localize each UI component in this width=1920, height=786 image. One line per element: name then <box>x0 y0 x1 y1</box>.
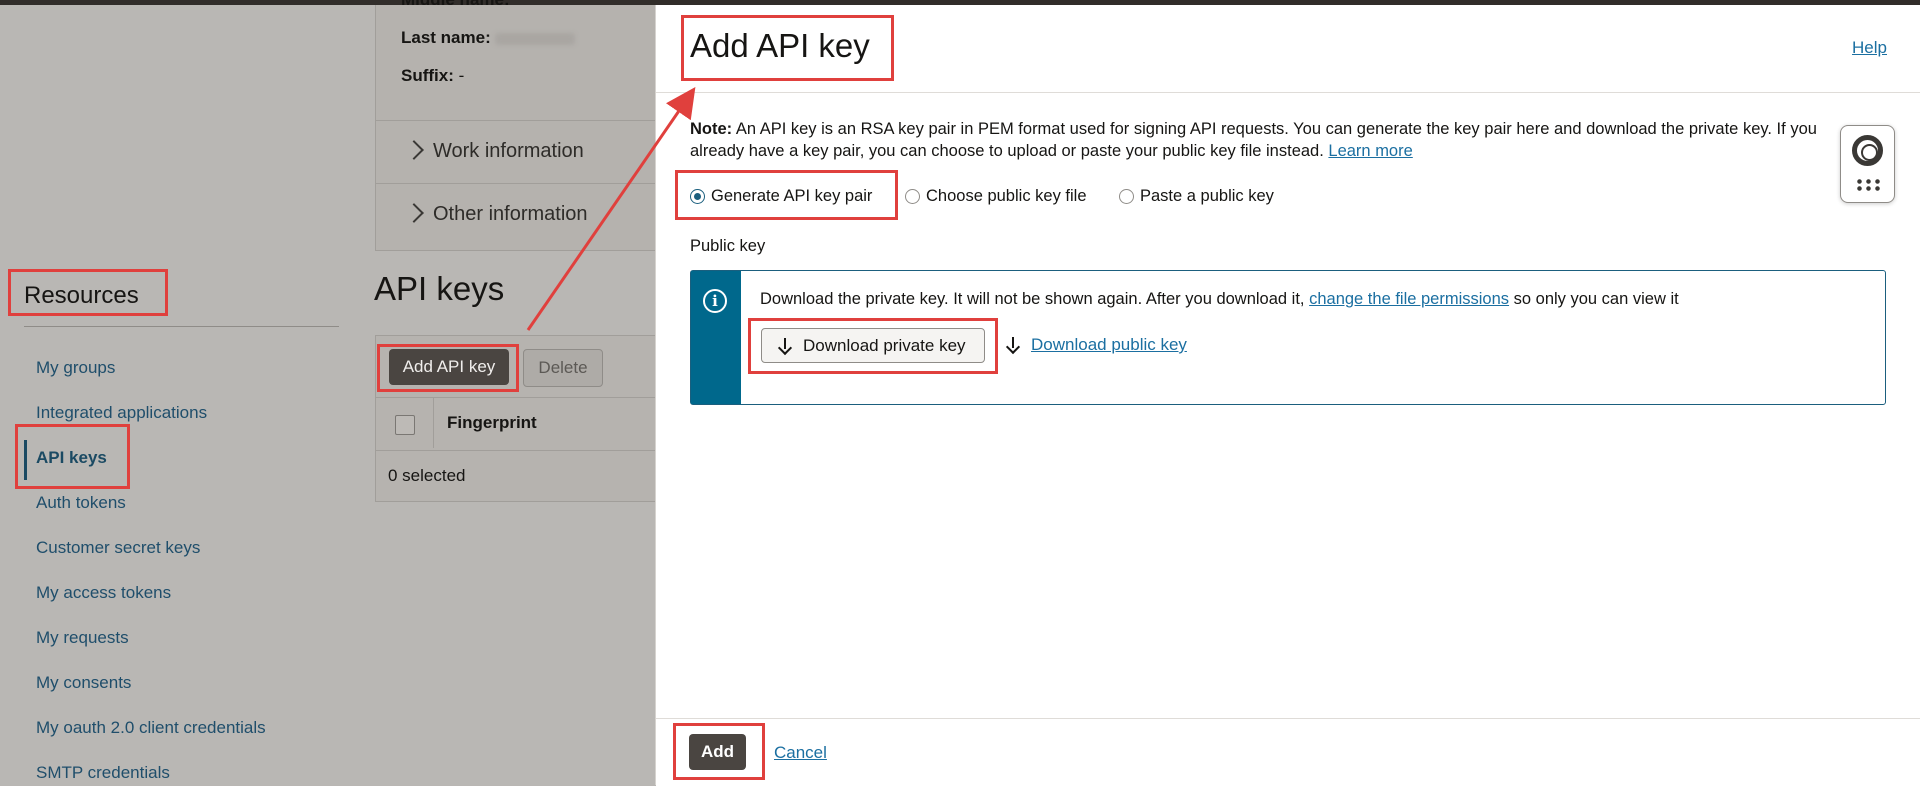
annotation-arrow <box>526 87 696 331</box>
